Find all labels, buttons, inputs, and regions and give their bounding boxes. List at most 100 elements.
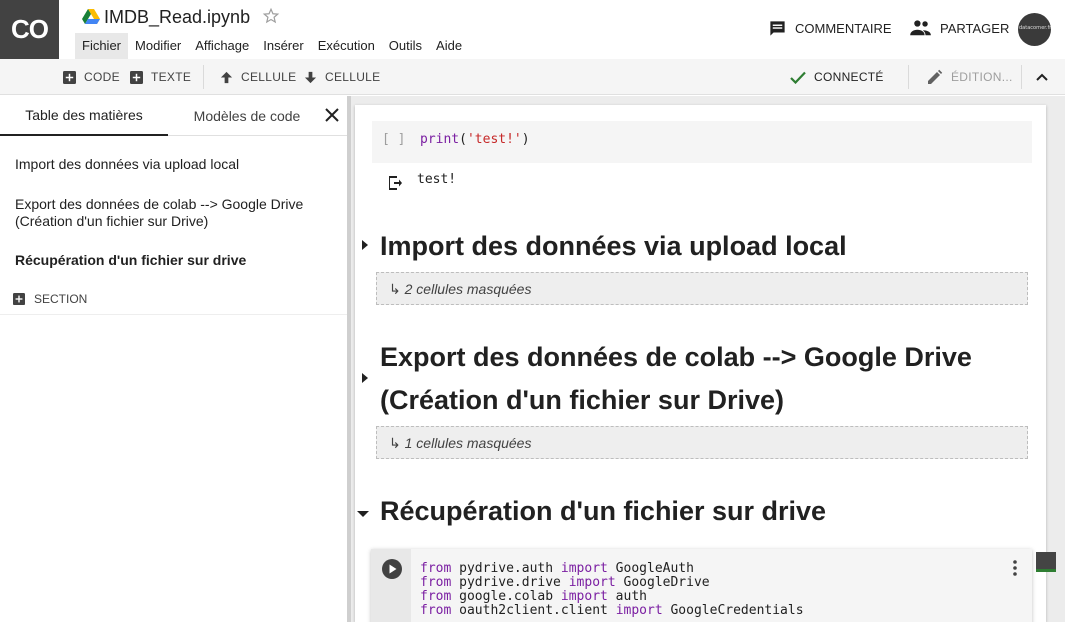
move-cell-up-button[interactable]: CELLULE (220, 59, 296, 95)
toc-divider (0, 314, 347, 315)
chevron-right-icon[interactable] (358, 238, 372, 252)
comment-icon (770, 21, 785, 36)
add-code-label: CODE (84, 70, 120, 84)
add-box-icon (63, 70, 76, 84)
code-token: import (615, 603, 663, 618)
code-line[interactable]: from pydrive.auth import GoogleAuth (420, 561, 694, 576)
code-token: auth (607, 589, 647, 604)
menu-modifier[interactable]: Modifier (128, 33, 188, 59)
section-heading: Import des données via upload local (380, 231, 847, 261)
menubar: Fichier Modifier Affichage Insérer Exécu… (75, 33, 469, 59)
editing-mode-button[interactable]: ÉDITION... (927, 59, 1013, 95)
code-token: from (420, 589, 452, 604)
tab-table-of-contents[interactable]: Table des matières (0, 96, 168, 136)
section-heading: Récupération d'un fichier sur drive (380, 496, 827, 526)
code-token: 'test!' (466, 132, 522, 147)
toolbar-separator (1021, 65, 1022, 89)
code-line[interactable]: from google.colab import auth (420, 589, 647, 604)
code-token: import (568, 575, 616, 590)
menu-outils[interactable]: Outils (382, 33, 429, 59)
menu-inserer[interactable]: Insérer (256, 33, 310, 59)
menu-aide[interactable]: Aide (429, 33, 469, 59)
menu-affichage[interactable]: Affichage (188, 33, 256, 59)
code-token: oauth2client.client (451, 603, 616, 618)
move-up-label: CELLULE (241, 70, 297, 84)
avatar-text: datacorner.fr (1019, 25, 1051, 31)
floating-widget[interactable] (1036, 552, 1056, 572)
google-drive-icon (82, 9, 100, 24)
code-token: ) (521, 132, 530, 147)
code-token: GoogleAuth (607, 561, 694, 576)
code-token: import (560, 589, 608, 604)
code-line[interactable]: from pydrive.drive import GoogleDrive (420, 575, 710, 590)
arrow-down-icon (304, 71, 317, 83)
connected-label: CONNECTÉ (814, 70, 884, 84)
avatar[interactable]: datacorner.fr (1018, 13, 1051, 46)
code-cell[interactable]: from pydrive.auth import GoogleAuth from… (371, 549, 1032, 622)
code-token: pydrive.auth (451, 561, 561, 576)
code-line[interactable]: print('test!') (420, 132, 530, 147)
sidebar-tabs: Table des matières Modèles de code (0, 96, 347, 136)
toolbar-separator (908, 65, 909, 89)
star-icon[interactable] (262, 7, 280, 25)
close-icon[interactable] (322, 105, 342, 125)
move-down-label: CELLULE (325, 70, 381, 84)
toc-item-export[interactable]: Export des données de colab --> Google D… (15, 196, 315, 230)
toolbar-separator (203, 65, 204, 89)
chevron-down-icon[interactable] (356, 507, 370, 521)
code-token: from (420, 561, 452, 576)
add-text-button[interactable]: TEXTE (130, 59, 191, 95)
code-token: GoogleDrive (615, 575, 710, 590)
toc-item-recuperation[interactable]: Récupération d'un fichier sur drive (15, 252, 335, 269)
execution-count[interactable]: [ ] (382, 132, 405, 147)
code-token: from (420, 575, 452, 590)
toolbar: CODE TEXTE CELLULE CELLULE CONNECTÉ ÉDIT… (0, 59, 1065, 95)
add-code-button[interactable]: CODE (63, 59, 120, 95)
notebook-page: [ ] print('test!') test! Import des donn… (355, 105, 1046, 622)
code-token: ( (459, 132, 467, 147)
colab-logo[interactable]: CO (0, 0, 59, 59)
code-token: GoogleCredentials (662, 603, 804, 618)
add-section-label: SECTION (34, 292, 88, 306)
editing-label: ÉDITION... (951, 70, 1013, 84)
section-heading: (Création d'un fichier sur Drive) (380, 385, 784, 415)
toc-item-import[interactable]: Import des données via upload local (15, 156, 335, 173)
connection-status[interactable]: CONNECTÉ (790, 59, 884, 95)
arrow-up-icon (220, 71, 233, 83)
code-token: from (420, 603, 452, 618)
menu-fichier[interactable]: Fichier (75, 33, 129, 59)
add-section-button[interactable]: SECTION (13, 292, 87, 306)
pencil-icon (928, 69, 943, 84)
people-icon (910, 20, 931, 36)
section-heading: Export des données de colab --> Google D… (380, 342, 972, 372)
code-token: import (560, 561, 608, 576)
cell-output: test! (417, 172, 457, 187)
hidden-cells-indicator[interactable]: ↳ 2 cellules masquées (376, 272, 1028, 305)
check-icon (790, 71, 806, 84)
header: CO IMDB_Read.ipynb Fichier Modifier Affi… (0, 0, 1065, 59)
hidden-cells-indicator[interactable]: ↳ 1 cellules masquées (376, 426, 1028, 459)
code-token: print (420, 132, 460, 147)
play-icon[interactable] (381, 558, 403, 580)
chevron-right-icon[interactable] (358, 371, 372, 385)
add-box-icon (130, 70, 143, 84)
share-label: PARTAGER (940, 20, 1010, 36)
logo-text: CO (11, 14, 49, 44)
sidebar: Table des matières Modèles de code Impor… (0, 96, 347, 622)
menu-execution[interactable]: Exécution (311, 33, 382, 59)
tab-code-snippets[interactable]: Modèles de code (168, 96, 326, 136)
code-cell[interactable]: [ ] print('test!') (372, 121, 1032, 163)
code-token: google.colab (451, 589, 561, 604)
notebook-title[interactable]: IMDB_Read.ipynb (104, 7, 250, 28)
code-line[interactable]: from oauth2client.client import GoogleCr… (420, 603, 804, 618)
code-token: pydrive.drive (451, 575, 569, 590)
comment-button[interactable]: COMMENTAIRE (768, 19, 892, 38)
comment-label: COMMENTAIRE (795, 21, 892, 36)
output-icon[interactable] (385, 174, 403, 192)
move-cell-down-button[interactable]: CELLULE (304, 59, 380, 95)
add-box-icon (13, 293, 25, 305)
add-text-label: TEXTE (151, 70, 192, 84)
more-vert-icon[interactable] (1007, 559, 1023, 577)
share-button[interactable]: PARTAGER (910, 19, 1009, 37)
chevron-up-icon[interactable] (1035, 70, 1049, 84)
